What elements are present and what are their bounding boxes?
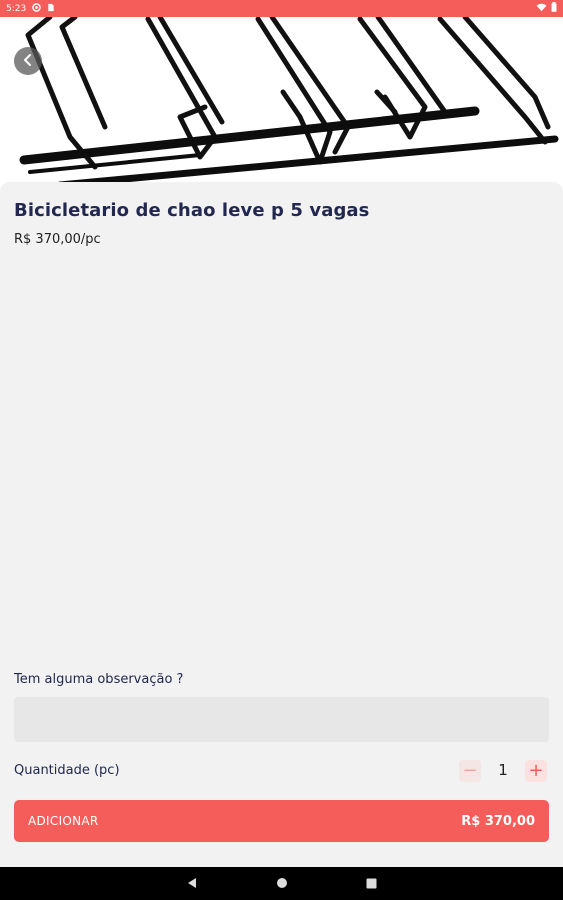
square-recents-icon[interactable] — [366, 874, 377, 893]
product-details: Bicicletario de chao leve p 5 vagas R$ 3… — [0, 182, 563, 867]
status-bar: 5:23 — [0, 0, 563, 17]
status-right — [536, 2, 557, 15]
back-button[interactable] — [14, 47, 42, 75]
triangle-back-icon[interactable] — [186, 874, 198, 893]
product-title: Bicicletario de chao leve p 5 vagas — [14, 200, 370, 221]
observation-input[interactable] — [14, 697, 549, 742]
notification-icon — [32, 2, 42, 15]
add-to-cart-button[interactable]: ADICIONAR R$ 370,00 — [14, 800, 549, 842]
chevron-left-icon — [22, 52, 34, 71]
quantity-value: 1 — [498, 761, 508, 779]
status-time: 5:23 — [6, 3, 27, 14]
navigation-bar — [0, 867, 563, 900]
product-price: R$ 370,00/pc — [14, 232, 101, 247]
quantity-increase-button[interactable]: + — [525, 760, 547, 782]
add-button-total: R$ 370,00 — [461, 813, 535, 829]
product-image — [0, 17, 563, 187]
sim-icon — [47, 3, 55, 15]
battery-icon — [551, 2, 557, 15]
add-button-label: ADICIONAR — [28, 814, 99, 828]
observation-label: Tem alguma observação ? — [14, 672, 184, 687]
quantity-label: Quantidade (pc) — [14, 763, 120, 778]
quantity-decrease-button[interactable]: − — [459, 760, 481, 782]
circle-home-icon[interactable] — [276, 874, 288, 893]
bike-rack-illustration — [19, 17, 559, 187]
status-left: 5:23 — [6, 2, 55, 15]
wifi-icon — [536, 3, 547, 15]
